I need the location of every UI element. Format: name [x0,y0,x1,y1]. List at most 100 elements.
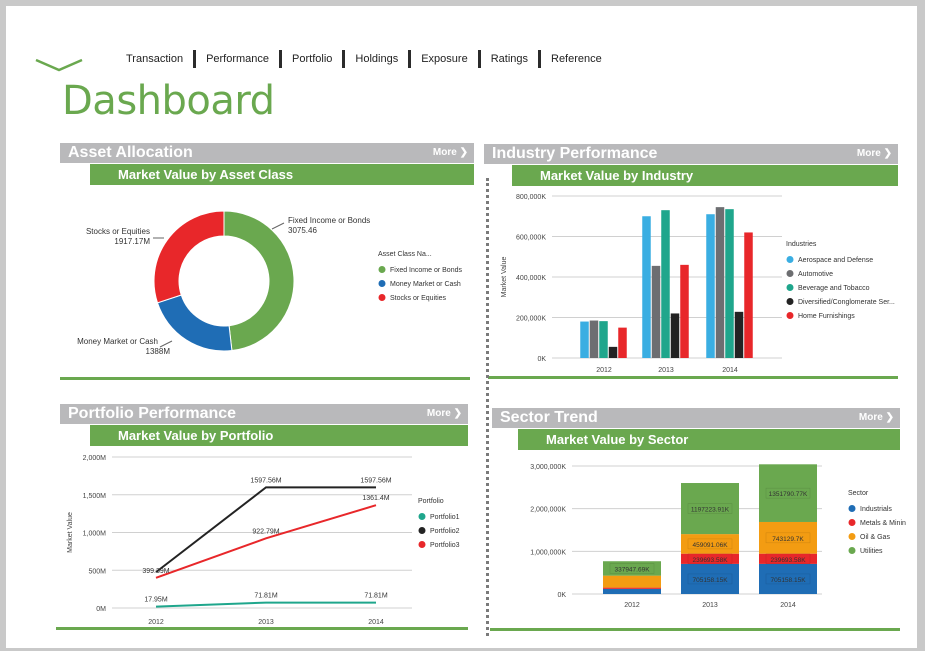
panel-divider [488,376,898,379]
nav-exposure[interactable]: Exposure [411,53,477,65]
industry-x-tick-label: 2014 [722,367,738,374]
asset-legend-item: Fixed Income or Bonds [390,267,462,274]
asset-legend-swatch [378,266,386,273]
sector-trend-header: Sector Trend More ❯ [492,408,900,428]
industry-bar [734,311,744,358]
nav-reference[interactable]: Reference [541,53,612,65]
portfolio-data-label: 1597.56M [360,477,391,484]
portfolio-legend-item: Portfolio2 [430,528,460,535]
industry-performance-title: Industry Performance [492,145,658,162]
portfolio-more-link[interactable]: More ❯ [427,404,462,424]
industry-legend-swatch [786,270,794,277]
donut-label-value: 1388M [146,347,171,356]
industry-bar [608,346,618,358]
sector-legend-item: Utilities [860,548,883,555]
asset-legend-swatch [378,294,386,301]
page-title: Dashboard [62,78,275,124]
nav-performance[interactable]: Performance [196,53,279,65]
sector-data-label: 239693.58K [692,557,728,564]
sector-trend-subtitle: Market Value by Sector [518,429,900,450]
portfolio-data-label: 1361.4M [362,495,389,502]
portfolio-series-line [155,504,377,579]
portfolio-legend-item: Portfolio1 [430,514,460,521]
sector-legend-item: Industrials [860,506,892,513]
industry-tick-label: 200,000K [516,316,546,323]
donut-label-value: 3075.46 [288,226,317,235]
sector-data-label: 705158.15K [692,577,728,584]
more-label: More [426,408,451,419]
menu-chevron-icon[interactable] [34,58,84,72]
portfolio-tick-label: 2,000M [83,455,107,462]
portfolio-legend-swatch [418,513,426,520]
portfolio-y-axis-label: Market Value [67,512,74,553]
sector-bar-segment [603,587,661,589]
donut-label-name: Money Market or Cash [77,337,158,346]
nav-ratings[interactable]: Ratings [481,53,538,65]
sector-stacked-chart: 3,000,000K 2,000,000K 1,000,000K 0K 337947.6… [530,464,906,609]
panel-divider [60,377,470,380]
portfolio-data-label: 1597.56M [250,477,281,484]
sector-tick-label: 3,000,000K [530,464,566,471]
sector-tick-label: 1,000,000K [530,549,566,556]
industry-bar [642,216,651,358]
asset-legend-title: Asset Class Na... [378,251,432,258]
asset-legend-item: Stocks or Equities [390,295,447,302]
sector-bar-segment [603,575,661,588]
industry-legend-title: Industries [786,241,817,248]
sector-data-label: 743129.7K [772,536,804,543]
top-nav: Transaction Performance Portfolio Holdin… [116,50,612,68]
industry-legend-swatch [786,284,794,291]
sector-x-tick-label: 2012 [624,602,640,609]
donut-slice [153,210,225,304]
portfolio-legend-item: Portfolio3 [430,542,460,549]
industry-bar-chart: 800,000K 600,000K 400,000K 200,000K 0K Market… [501,194,895,374]
portfolio-performance-header: Portfolio Performance More ❯ [60,404,468,424]
portfolio-data-label: 922.79M [252,528,279,535]
sector-legend-swatch [848,533,856,540]
portfolio-legend-title: Portfolio [418,498,444,505]
panel-divider [56,627,468,630]
sector-legend-swatch [848,547,856,554]
industry-bar [618,327,627,358]
industry-bar [589,320,599,358]
sector-data-label: 705158.15K [770,577,806,584]
portfolio-x-tick-label: 2012 [148,619,164,626]
sector-legend-swatch [848,505,856,512]
sector-data-label: 1197223.91K [691,507,730,514]
nav-transaction[interactable]: Transaction [116,53,193,65]
asset-more-link[interactable]: More ❯ [433,143,468,163]
sector-data-label: 459091.06K [692,542,728,549]
asset-donut-chart: Fixed Income or Bonds 3075.46 Money Market… [77,210,462,356]
industry-x-tick-label: 2013 [658,367,674,374]
donut-slice [223,210,295,352]
industry-bar [744,232,753,358]
portfolio-data-label: 399.39M [142,568,169,575]
sector-data-label: 1351790.77K [769,491,808,498]
portfolio-series-line [155,601,376,608]
sector-x-tick-label: 2014 [780,602,796,609]
donut-leader-line [271,222,285,230]
industry-legend-swatch [786,298,794,305]
industry-tick-label: 400,000K [516,275,546,282]
industry-x-tick-label: 2012 [596,367,612,374]
industry-more-link[interactable]: More ❯ [857,144,892,164]
industry-bar [706,214,715,358]
portfolio-tick-label: 0M [96,606,106,613]
more-label: More [858,412,883,423]
sector-legend-title: Sector [848,490,869,497]
column-divider [486,178,489,636]
sector-x-tick-label: 2013 [702,602,718,609]
sector-tick-label: 2,000,000K [530,507,566,514]
nav-holdings[interactable]: Holdings [345,53,408,65]
sector-legend-swatch [848,519,856,526]
industry-legend-item: Automotive [798,271,833,278]
sector-trend-title: Sector Trend [500,409,598,426]
portfolio-tick-label: 500M [88,568,106,575]
portfolio-legend-swatch [418,541,426,548]
portfolio-data-label: 17.95M [144,597,168,604]
sector-more-link[interactable]: More ❯ [859,408,894,428]
industry-bar [725,209,734,358]
nav-portfolio[interactable]: Portfolio [282,53,342,65]
sector-data-label: 239693.58K [770,557,806,564]
donut-label-value: 1917.17M [114,237,150,246]
